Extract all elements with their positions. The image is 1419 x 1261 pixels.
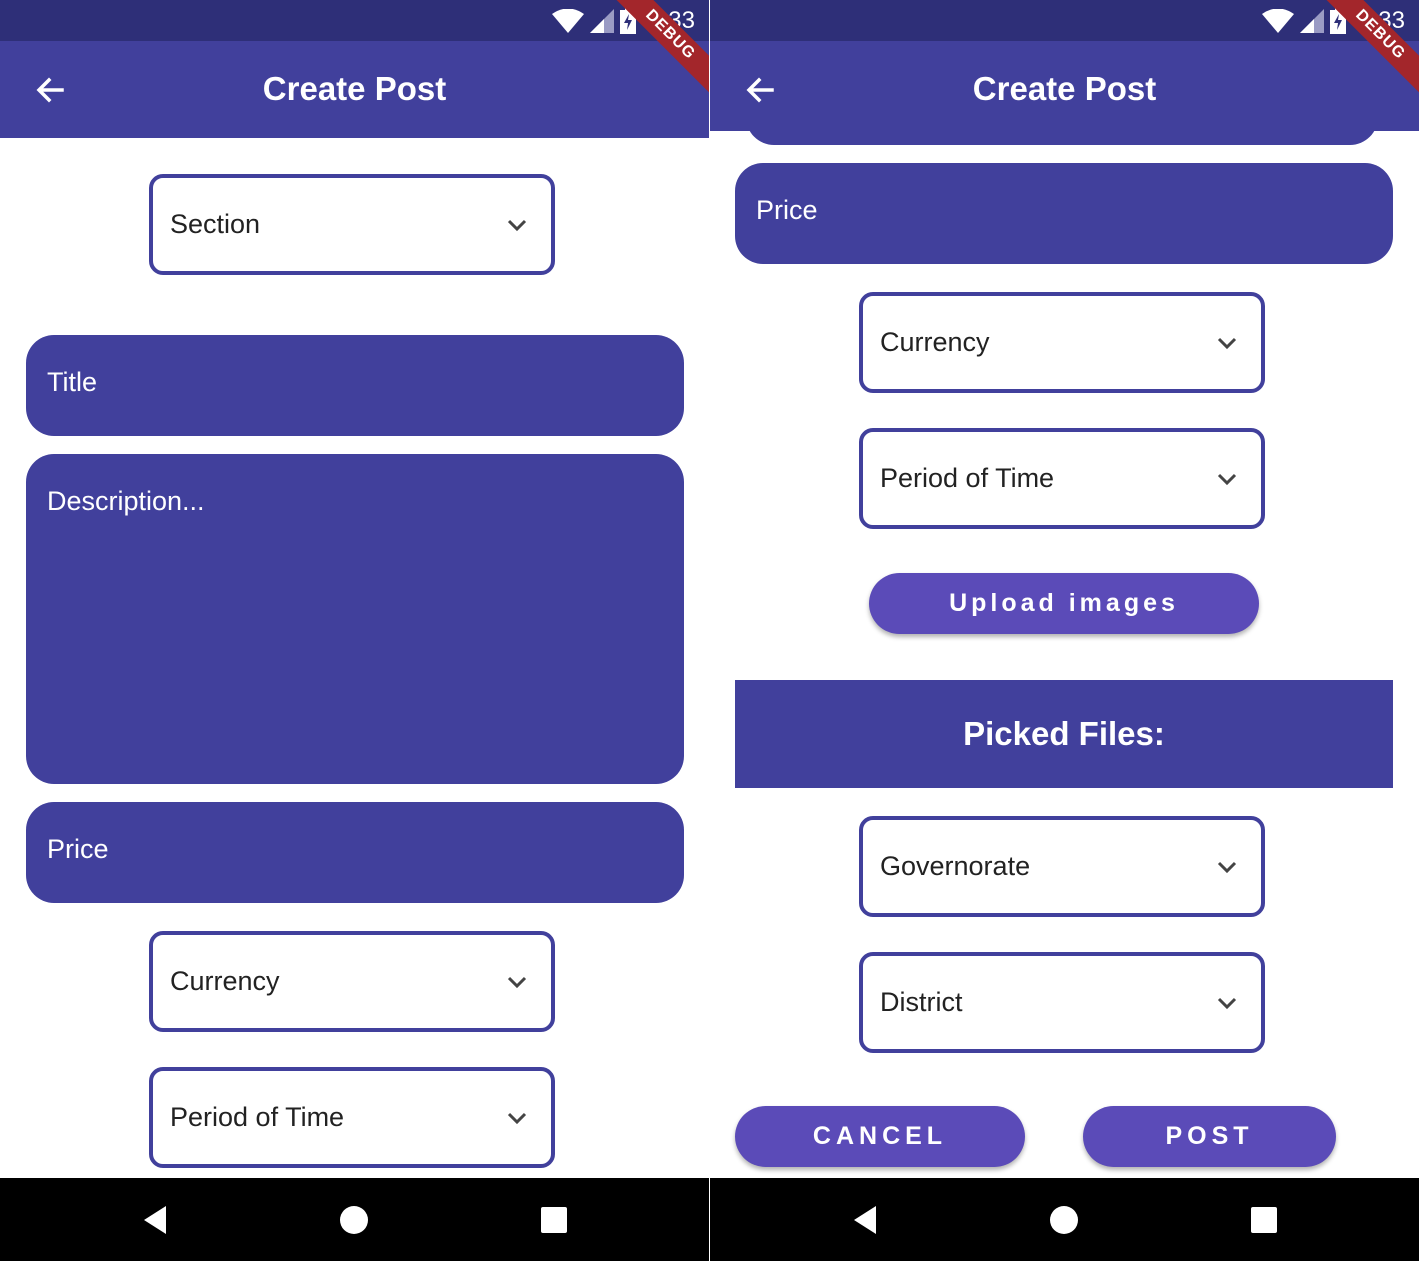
period-dropdown[interactable]: Period of Time (149, 1067, 555, 1168)
governorate-dropdown-label: Governorate (880, 851, 1031, 881)
price-field[interactable]: Price (26, 802, 684, 903)
nav-recents-icon[interactable] (538, 1204, 570, 1236)
currency-dropdown[interactable]: Currency (149, 931, 555, 1032)
chevron-down-icon (507, 976, 527, 989)
left-screen: 3:33 Create Post DEBUG Section Title Des… (0, 0, 709, 1261)
battery-icon (620, 8, 637, 34)
currency-dropdown-label: Currency (880, 327, 990, 357)
nav-bar (0, 1178, 709, 1261)
page-title: Create Post (262, 70, 447, 107)
description-placeholder: Description... (47, 486, 205, 516)
nav-home-icon[interactable] (1048, 1204, 1080, 1236)
title-placeholder: Title (47, 367, 98, 397)
nav-back-icon[interactable] (850, 1204, 882, 1236)
wifi-icon (1262, 9, 1295, 33)
period-dropdown[interactable]: Period of Time (859, 428, 1265, 529)
chevron-down-icon (1217, 337, 1237, 350)
nav-back-icon[interactable] (140, 1204, 172, 1236)
cancel-button[interactable]: CANCEL (735, 1106, 1025, 1167)
chevron-down-icon (1217, 473, 1237, 486)
status-time: 3:33 (1358, 7, 1405, 34)
status-time: 3:33 (648, 7, 695, 34)
currency-dropdown[interactable]: Currency (859, 292, 1265, 393)
app-bar: Create Post (0, 41, 709, 138)
app-bar: Create Post (710, 41, 1419, 131)
signal-icon (1300, 9, 1325, 33)
upload-images-button[interactable]: Upload images (869, 573, 1259, 634)
district-dropdown-label: District (880, 987, 963, 1017)
status-icons: 3:33 (552, 6, 695, 36)
description-field[interactable]: Description... (26, 454, 684, 784)
governorate-dropdown[interactable]: Governorate (859, 816, 1265, 917)
signal-icon (590, 9, 615, 33)
period-dropdown-label: Period of Time (880, 463, 1055, 493)
title-field[interactable]: Title (26, 335, 684, 436)
price-placeholder: Price (756, 195, 818, 225)
picked-files-heading: Picked Files: (735, 680, 1393, 788)
page-title: Create Post (972, 70, 1157, 107)
chevron-down-icon (507, 1112, 527, 1125)
district-dropdown[interactable]: District (859, 952, 1265, 1053)
section-dropdown-label: Section (170, 209, 261, 239)
chevron-down-icon (1217, 997, 1237, 1010)
status-icons: 3:33 (1262, 6, 1405, 36)
section-dropdown[interactable]: Section (149, 174, 555, 275)
currency-dropdown-label: Currency (170, 966, 280, 996)
chevron-down-icon (507, 219, 527, 232)
wifi-icon (552, 9, 585, 33)
chevron-down-icon (1217, 861, 1237, 874)
nav-home-icon[interactable] (338, 1204, 370, 1236)
price-field[interactable]: Price (735, 163, 1393, 264)
nav-recents-icon[interactable] (1248, 1204, 1280, 1236)
status-bar: 3:33 (710, 0, 1419, 41)
battery-icon (1330, 8, 1347, 34)
post-button[interactable]: POST (1083, 1106, 1336, 1167)
nav-bar (710, 1178, 1419, 1261)
period-dropdown-label: Period of Time (170, 1102, 345, 1132)
price-placeholder: Price (47, 834, 109, 864)
status-bar: 3:33 (0, 0, 709, 41)
right-screen: 3:33 Create Post DEBUG Price Currency Pe… (710, 0, 1419, 1261)
